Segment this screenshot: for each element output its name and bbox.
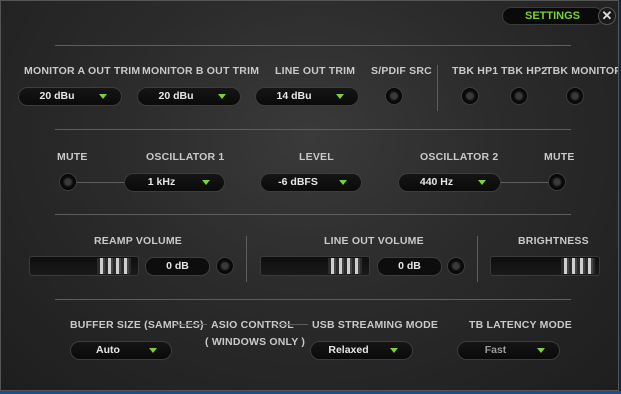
line-out-trim-value: 14 dBu	[276, 90, 312, 102]
close-icon[interactable]: ✕	[598, 7, 616, 25]
tbk-hp2-toggle[interactable]	[510, 87, 528, 105]
usb-streaming-mode-dropdown[interactable]: Relaxed	[310, 341, 413, 360]
chevron-down-icon	[537, 348, 545, 353]
oscillator1-dropdown[interactable]: 1 kHz	[124, 173, 225, 192]
brightness-thumb[interactable]	[561, 258, 595, 274]
oscillator1-label: OSCILLATOR 1	[146, 151, 225, 163]
line-out-trim-dropdown[interactable]: 14 dBu	[255, 87, 359, 106]
monitor-b-trim-label: MONITOR B OUT TRIM	[142, 65, 260, 77]
spdif-src-toggle[interactable]	[385, 87, 403, 105]
divider-vertical-row3-left	[246, 236, 247, 282]
monitor-b-trim-value: 20 dBu	[158, 90, 194, 102]
level-dropdown[interactable]: -6 dBFS	[260, 173, 362, 192]
divider-vertical-row1	[437, 65, 438, 111]
mute-right-toggle[interactable]	[548, 173, 566, 191]
chevron-down-icon	[149, 348, 157, 353]
tb-latency-mode-label: TB LATENCY MODE	[469, 319, 572, 331]
chevron-down-icon	[99, 94, 107, 99]
connector-line-right	[501, 182, 549, 183]
chevron-down-icon	[478, 180, 486, 185]
reamp-volume-value[interactable]: 0 dB	[145, 257, 210, 276]
usb-streaming-mode-value: Relaxed	[328, 344, 369, 356]
monitor-a-trim-value: 20 dBu	[39, 90, 75, 102]
tb-latency-mode-value: Fast	[484, 344, 507, 356]
oscillator2-value: 440 Hz	[419, 176, 454, 188]
divider-row3	[55, 214, 571, 215]
tbk-hp1-label: TBK HP1	[452, 65, 499, 77]
asio-windows-only-label: ( WINDOWS ONLY )	[205, 336, 306, 348]
chevron-down-icon	[202, 180, 210, 185]
chevron-down-icon	[336, 94, 344, 99]
buffer-size-dropdown[interactable]: Auto	[70, 341, 172, 360]
mute-left-label: MUTE	[57, 151, 88, 163]
line-out-volume-label: LINE OUT VOLUME	[324, 235, 424, 247]
tbk-monitor-label: TBK MONITOR	[546, 65, 619, 77]
spdif-src-label: S/PDIF SRC	[371, 65, 432, 77]
tbk-hp2-label: TBK HP2	[501, 65, 548, 77]
reamp-volume-thumb[interactable]	[97, 258, 131, 274]
oscillator2-label: OSCILLATOR 2	[420, 151, 499, 163]
divider-row4	[55, 299, 571, 300]
brightness-label: BRIGHTNESS	[518, 235, 589, 247]
chevron-down-icon	[218, 94, 226, 99]
tbk-hp1-toggle[interactable]	[461, 87, 479, 105]
mute-right-label: MUTE	[544, 151, 575, 163]
connector-line-left	[77, 182, 125, 183]
tbk-monitor-toggle[interactable]	[566, 87, 584, 105]
settings-button[interactable]: SETTINGS	[502, 7, 603, 25]
divider-row2	[55, 129, 571, 130]
reamp-volume-slider[interactable]	[29, 256, 139, 276]
monitor-b-trim-dropdown[interactable]: 20 dBu	[137, 87, 241, 106]
buffer-size-label: BUFFER SIZE (SAMPLES)	[70, 319, 204, 331]
divider-vertical-row3-right	[477, 236, 478, 282]
buffer-size-value: Auto	[96, 344, 120, 356]
monitor-a-trim-label: MONITOR A OUT TRIM	[24, 65, 141, 77]
oscillator1-value: 1 kHz	[147, 176, 176, 188]
connector-line-asio-right	[275, 324, 308, 325]
line-out-volume-toggle[interactable]	[447, 257, 465, 275]
reamp-volume-label: REAMP VOLUME	[94, 235, 182, 247]
line-out-volume-slider[interactable]	[260, 256, 370, 276]
usb-streaming-mode-label: USB STREAMING MODE	[312, 319, 439, 331]
asio-control-label: ASIO CONTROL	[211, 319, 294, 331]
reamp-volume-toggle[interactable]	[216, 257, 234, 275]
line-out-volume-thumb[interactable]	[328, 258, 362, 274]
settings-window: SETTINGS ✕ MONITOR A OUT TRIM 20 dBu MON…	[0, 0, 619, 391]
level-label: LEVEL	[299, 151, 334, 163]
chevron-down-icon	[339, 180, 347, 185]
tb-latency-mode-dropdown[interactable]: Fast	[457, 341, 560, 360]
monitor-a-trim-dropdown[interactable]: 20 dBu	[18, 87, 122, 106]
level-value: -6 dBFS	[278, 176, 318, 188]
mute-left-toggle[interactable]	[59, 173, 77, 191]
connector-line-asio-left	[176, 324, 207, 325]
brightness-slider[interactable]	[490, 256, 600, 276]
oscillator2-dropdown[interactable]: 440 Hz	[398, 173, 501, 192]
chevron-down-icon	[390, 348, 398, 353]
line-out-volume-value[interactable]: 0 dB	[377, 257, 442, 276]
divider-top	[55, 45, 571, 46]
line-out-trim-label: LINE OUT TRIM	[275, 65, 356, 77]
